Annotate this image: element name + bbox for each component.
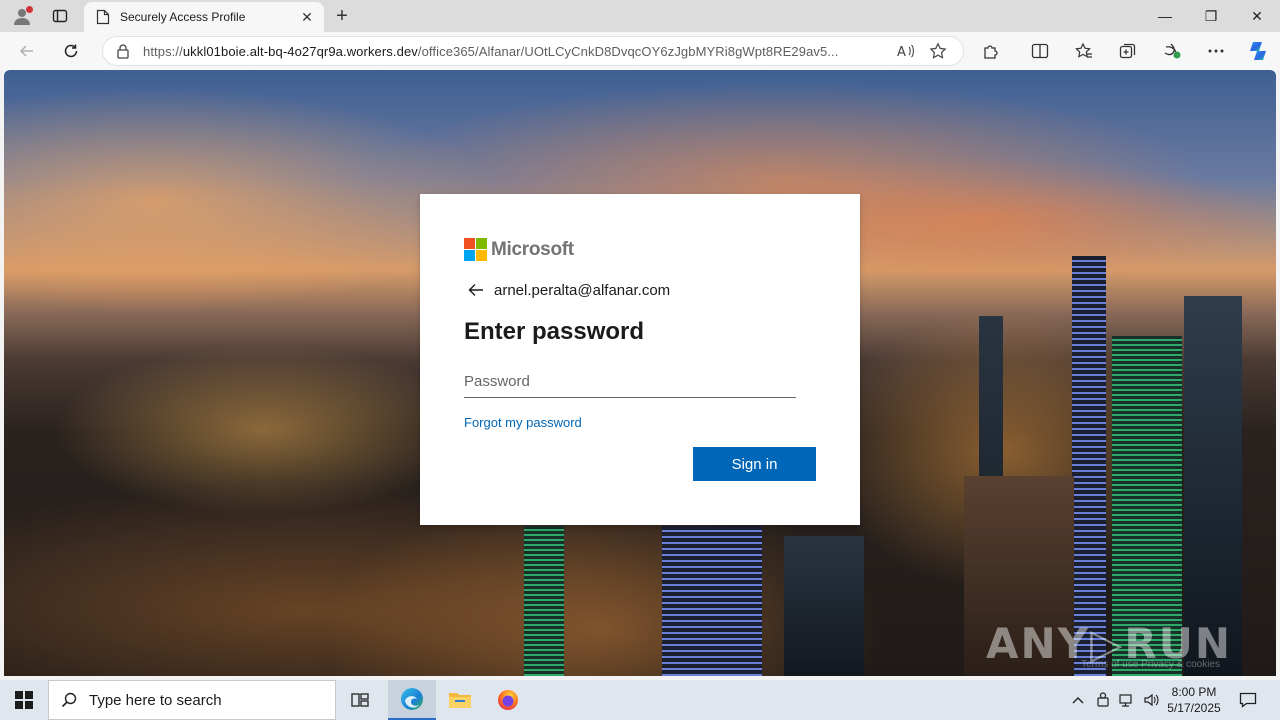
- clock-time: 8:00 PM: [1171, 685, 1217, 699]
- task-view-button[interactable]: [336, 680, 384, 720]
- show-hidden-icons[interactable]: [1068, 680, 1088, 720]
- search-icon: [61, 692, 77, 708]
- collections-icon[interactable]: [1114, 39, 1142, 63]
- tab-title: Securely Access Profile: [120, 10, 246, 24]
- copilot-icon[interactable]: [1244, 39, 1272, 63]
- tab-active[interactable]: Securely Access Profile ✕: [84, 2, 324, 32]
- back-arrow-icon: [19, 45, 33, 57]
- refresh-button[interactable]: [56, 37, 86, 65]
- address-bar[interactable]: https://ukkl01boie.alt-bq-4o27qr9a.worke…: [102, 36, 964, 66]
- tab-close-icon[interactable]: ✕: [298, 8, 316, 26]
- edge-icon: [401, 688, 423, 710]
- skyline-tower: [784, 536, 864, 676]
- notification-center-button[interactable]: [1234, 680, 1262, 720]
- account-email: arnel.peralta@alfanar.com: [494, 281, 671, 299]
- skyline-tower: [1072, 256, 1106, 676]
- tray-security[interactable]: [1092, 680, 1114, 720]
- chevron-up-icon: [1072, 697, 1084, 704]
- tray-network[interactable]: [1116, 680, 1138, 720]
- search-placeholder: Type here to search: [89, 691, 222, 709]
- sign-in-button[interactable]: Sign in: [693, 447, 816, 481]
- windows-taskbar: Type here to search 8:00 PM 5/17/2025: [0, 680, 1280, 720]
- tray-volume[interactable]: [1140, 680, 1162, 720]
- taskbar-clock[interactable]: 8:00 PM 5/17/2025: [1160, 684, 1228, 716]
- skyline-tower: [524, 526, 564, 676]
- watermark-footer-links: Terms of use Privacy & cookies: [1081, 659, 1220, 670]
- url-host: ukkl01boie.alt-bq-4o27qr9a.workers.dev: [182, 43, 418, 59]
- browser-tab-bar: Securely Access Profile ✕ + — ❐ ✕: [0, 0, 1280, 32]
- firefox-icon: [498, 690, 518, 710]
- more-menu-icon[interactable]: [1202, 39, 1230, 63]
- task-view-icon: [351, 693, 369, 707]
- microsoft-logo: Microsoft: [464, 238, 574, 261]
- microsoft-logo-icon: [464, 238, 487, 261]
- start-button[interactable]: [0, 680, 48, 720]
- restore-button[interactable]: ❐: [1188, 0, 1234, 32]
- back-button[interactable]: [12, 37, 42, 65]
- security-icon: [1097, 692, 1109, 707]
- refresh-icon: [64, 44, 78, 58]
- tab-actions-button[interactable]: [46, 4, 74, 28]
- page-title: Enter password: [464, 318, 645, 345]
- network-icon: [1119, 694, 1132, 707]
- sign-in-card: Microsoft arnel.peralta@alfanar.com Ente…: [420, 194, 860, 525]
- volume-icon: [1144, 693, 1159, 707]
- read-aloud-icon[interactable]: A: [893, 39, 919, 63]
- taskbar-firefox[interactable]: [484, 680, 532, 720]
- identity-row: arnel.peralta@alfanar.com: [464, 278, 670, 302]
- folder-icon: [449, 693, 471, 708]
- password-input[interactable]: [464, 366, 796, 398]
- url-text[interactable]: https://ukkl01boie.alt-bq-4o27qr9a.worke…: [143, 44, 887, 59]
- forgot-password-link[interactable]: Forgot my password: [464, 415, 582, 430]
- browser-essentials-icon[interactable]: [1158, 39, 1186, 63]
- lock-icon[interactable]: [115, 43, 131, 59]
- notifications-icon: [1239, 692, 1257, 708]
- clock-date: 5/17/2025: [1167, 701, 1221, 715]
- browser-toolbar: https://ukkl01boie.alt-bq-4o27qr9a.worke…: [0, 32, 1280, 70]
- minimize-button[interactable]: —: [1142, 0, 1188, 32]
- notification-dot: [26, 6, 33, 13]
- split-screen-icon[interactable]: [1026, 39, 1054, 63]
- taskbar-edge[interactable]: [388, 680, 436, 720]
- back-arrow-icon[interactable]: [464, 278, 488, 302]
- windows-logo-icon: [15, 691, 33, 709]
- brand-name: Microsoft: [491, 238, 574, 260]
- close-window-button[interactable]: ✕: [1234, 0, 1280, 32]
- favorite-star-icon[interactable]: [925, 39, 951, 63]
- profile-button[interactable]: [8, 4, 36, 28]
- favorites-icon[interactable]: [1070, 39, 1098, 63]
- skyline-tower: [662, 526, 762, 676]
- tab-actions-icon: [52, 9, 68, 23]
- url-path: /office365/Alfanar/UOtLCyCnkD8DvqcOY6zJg…: [417, 43, 839, 59]
- url-scheme: https://: [143, 43, 183, 59]
- page-icon: [96, 9, 110, 25]
- svg-text:A: A: [897, 45, 906, 59]
- taskbar-file-explorer[interactable]: [436, 680, 484, 720]
- extensions-icon[interactable]: [977, 39, 1005, 63]
- taskbar-search[interactable]: Type here to search: [48, 680, 336, 720]
- new-tab-button[interactable]: +: [330, 4, 354, 28]
